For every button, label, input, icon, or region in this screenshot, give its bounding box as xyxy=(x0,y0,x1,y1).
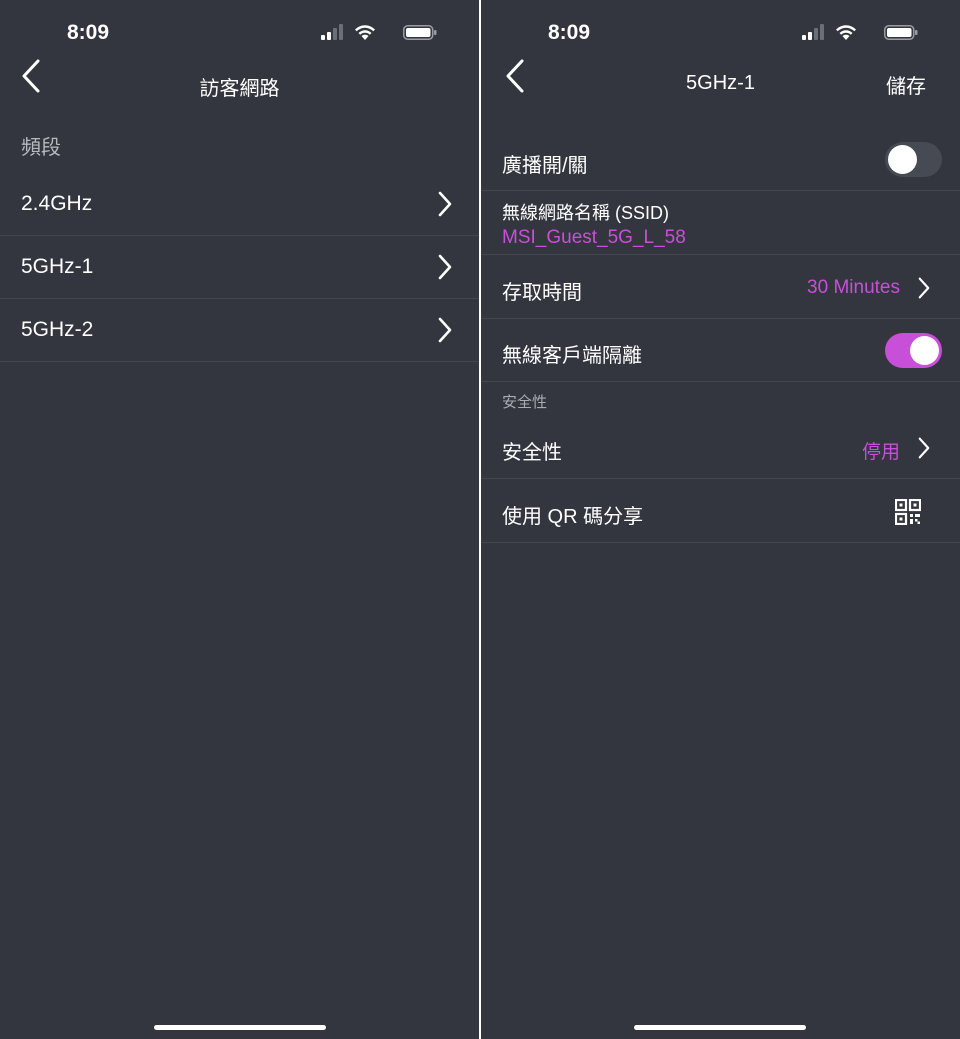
toggle-knob xyxy=(888,145,917,174)
access-time-label: 存取時間 xyxy=(502,282,582,304)
chevron-right-icon xyxy=(918,277,930,299)
ssid-label: 無線網路名稱 (SSID) xyxy=(502,203,670,223)
client-isolation-label: 無線客戶端隔離 xyxy=(502,345,642,367)
home-indicator[interactable] xyxy=(154,1025,326,1030)
home-indicator[interactable] xyxy=(634,1025,806,1030)
signal-icon xyxy=(802,24,824,40)
band-label: 5GHz-2 xyxy=(21,318,94,341)
security-label: 安全性 xyxy=(502,442,562,464)
client-isolation-row: 無線客戶端隔離 xyxy=(481,319,960,382)
access-time-value: 30 Minutes xyxy=(807,277,900,298)
band-label: 5GHz-1 xyxy=(21,255,94,278)
band-row-2-4ghz[interactable]: 2.4GHz xyxy=(0,173,479,236)
battery-icon xyxy=(403,25,437,40)
status-time: 8:09 xyxy=(548,21,591,44)
access-time-row[interactable]: 存取時間 30 Minutes xyxy=(481,255,960,319)
app-comparison: 8:09 訪客網路 頻段 2.4GHz 5GHz-1 5GHz-2 8:09 5… xyxy=(0,0,960,1039)
wifi-icon xyxy=(355,25,375,40)
guest-network-screen: 8:09 訪客網路 頻段 2.4GHz 5GHz-1 5GHz-2 xyxy=(0,0,479,1039)
ssid-value: MSI_Guest_5G_L_58 xyxy=(502,227,686,248)
page-title: 訪客網路 xyxy=(199,78,280,100)
chevron-right-icon xyxy=(438,191,452,217)
chevron-right-icon xyxy=(438,317,452,343)
band-label: 2.4GHz xyxy=(21,192,93,215)
band-row-5ghz-1[interactable]: 5GHz-1 xyxy=(0,236,479,299)
chevron-right-icon xyxy=(918,437,930,459)
wifi-icon xyxy=(836,25,856,40)
qr-share-row[interactable]: 使用 QR 碼分享 xyxy=(481,479,960,543)
qr-share-label: 使用 QR 碼分享 xyxy=(502,506,644,528)
status-time: 8:09 xyxy=(67,21,110,44)
band-section-label: 頻段 xyxy=(21,137,61,159)
security-value: 停用 xyxy=(861,442,900,463)
qr-code-icon[interactable] xyxy=(895,499,921,525)
band-settings-screen: 8:09 5GHz-1 儲存 廣播開/關 無線網路名稱 (SSID) MSI_G… xyxy=(481,0,960,1039)
broadcast-toggle[interactable] xyxy=(885,142,942,177)
chevron-right-icon xyxy=(438,254,452,280)
ssid-row[interactable]: 無線網路名稱 (SSID) MSI_Guest_5G_L_58 xyxy=(481,191,960,255)
battery-icon xyxy=(884,25,918,40)
save-button[interactable]: 儲存 xyxy=(886,70,926,99)
broadcast-label: 廣播開/關 xyxy=(502,155,588,177)
toggle-knob xyxy=(910,336,939,365)
band-row-5ghz-2[interactable]: 5GHz-2 xyxy=(0,299,479,362)
broadcast-row: 廣播開/關 xyxy=(481,128,960,191)
signal-icon xyxy=(321,24,343,40)
client-isolation-toggle[interactable] xyxy=(885,333,942,368)
security-section-label: 安全性 xyxy=(502,394,548,411)
security-row[interactable]: 安全性 停用 xyxy=(481,415,960,479)
